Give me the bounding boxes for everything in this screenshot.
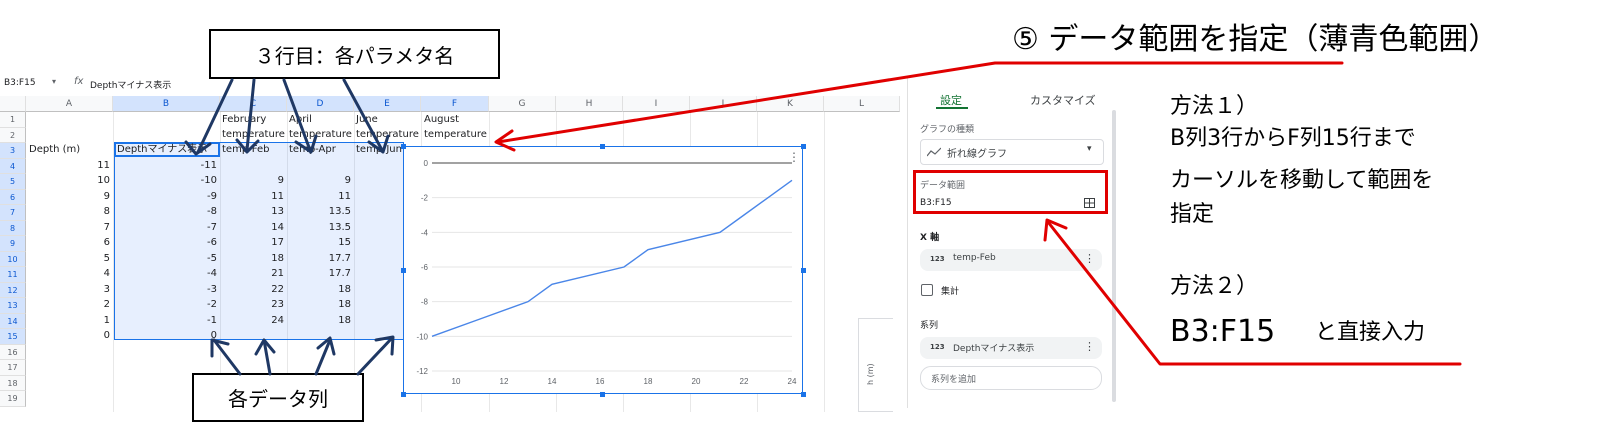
arrow-to-c3: [245, 78, 256, 152]
arrowhead: [184, 140, 212, 156]
red-arrow-to-rect: [1046, 220, 1462, 366]
arrow-col-e: [356, 336, 394, 376]
arrow-to-d3: [282, 78, 312, 152]
annotation-arrows: [184, 61, 1462, 376]
arrow-to-e3: [342, 78, 384, 152]
red-arrow-to-range: [496, 61, 1344, 144]
arrow-to-b3: [196, 78, 234, 154]
